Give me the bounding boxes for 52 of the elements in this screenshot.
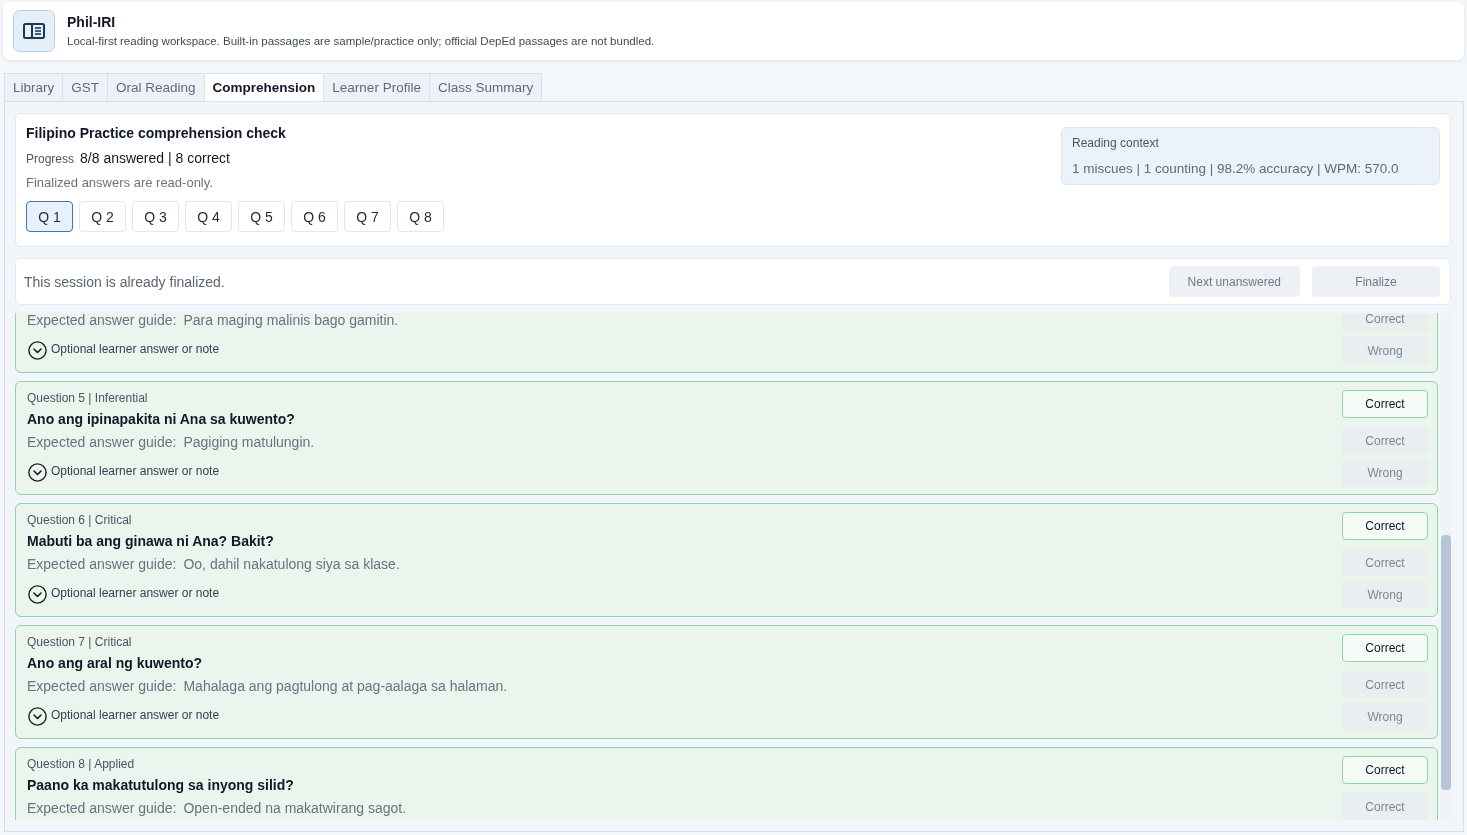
note-toggle[interactable]: Optional learner answer or note xyxy=(27,704,220,726)
reading-context-title: Reading context xyxy=(1072,135,1160,151)
guide-text: Open-ended na makatwirang sagot. xyxy=(183,799,407,818)
question-text: Paano ka makatutulong sa inyong silid? xyxy=(27,776,295,795)
note-toggle[interactable]: Optional learner answer or note xyxy=(27,338,220,360)
question-heading: Question 8 | Applied xyxy=(27,756,136,772)
guide-label: Expected answer guide: xyxy=(27,433,177,452)
note-toggle[interactable]: Optional learner answer or note xyxy=(27,582,220,604)
progress-label: Progress xyxy=(26,151,75,168)
app-title: Phil-IRI xyxy=(67,13,117,30)
guide-text: Mahalaga ang pagtulong at pag-aalaga sa halaman. xyxy=(183,677,508,696)
question-text: Ano ang aral ng kuwento? xyxy=(27,654,203,673)
question-nav-button[interactable]: Q 3 xyxy=(132,201,179,232)
guide-label: Expected answer guide: xyxy=(27,313,177,330)
guide-text: Pagiging matulungin. xyxy=(183,433,315,452)
question-nav-button[interactable]: Q 1 xyxy=(26,201,73,232)
result-badge: Correct xyxy=(1342,390,1428,418)
guide-text: Oo, dahil nakatulong siya sa klase. xyxy=(183,555,400,574)
result-badge: Correct xyxy=(1342,756,1428,784)
guide-label: Expected answer guide: xyxy=(27,799,177,818)
result-badge: Correct xyxy=(1342,512,1428,540)
tab[interactable]: Learner Profile xyxy=(323,73,429,101)
tab[interactable]: Class Summary xyxy=(428,73,543,101)
question-text: Ano ang ipinapakita ni Ana sa kuwento? xyxy=(27,410,296,429)
scrollbar-track[interactable] xyxy=(1441,313,1451,820)
tab[interactable]: Comprehension xyxy=(203,73,324,101)
question-nav-button[interactable]: Q 6 xyxy=(291,201,338,232)
question-heading: Question 7 | Critical xyxy=(27,634,133,650)
sidebar-panel-icon xyxy=(13,10,55,52)
question-nav-button[interactable]: Q 7 xyxy=(344,201,391,232)
reading-stats: 1 miscues | 1 counting | 98.2% accuracy | WPM: 570.0 xyxy=(1072,160,1400,178)
progress-value: 8/8 answered | 8 correct xyxy=(80,149,230,168)
guide-text: Para maging malinis bago gamitin. xyxy=(183,313,399,330)
note-toggle[interactable]: Optional learner answer or note xyxy=(27,460,220,482)
question-nav-button[interactable]: Q 5 xyxy=(238,201,285,232)
question-heading: Question 5 | Inferential xyxy=(27,390,149,406)
scrollbar-thumb[interactable] xyxy=(1441,535,1451,790)
guide-label: Expected answer guide: xyxy=(27,555,177,574)
tab[interactable]: Library xyxy=(4,73,63,101)
app-subtitle: Local-first reading workspace. Built-in passages are sample/practice only; official DepEd passages are not bundled. xyxy=(67,33,655,49)
question-heading: Question 6 | Critical xyxy=(27,512,133,528)
tab[interactable]: Oral Reading xyxy=(107,73,204,101)
result-badge: Correct xyxy=(1342,634,1428,662)
tab[interactable]: GST xyxy=(62,73,108,101)
question-nav-button[interactable]: Q 8 xyxy=(397,201,444,232)
question-nav-button[interactable]: Q 4 xyxy=(185,201,232,232)
check-title: Filipino Practice comprehension check xyxy=(26,124,287,143)
session-message: This session is already finalized. xyxy=(24,273,225,290)
read-only-note: Finalized answers are read-only. xyxy=(26,174,214,192)
question-text: Mabuti ba ang ginawa ni Ana? Bakit? xyxy=(27,532,275,551)
question-nav-button[interactable]: Q 2 xyxy=(79,201,126,232)
guide-label: Expected answer guide: xyxy=(27,677,177,696)
